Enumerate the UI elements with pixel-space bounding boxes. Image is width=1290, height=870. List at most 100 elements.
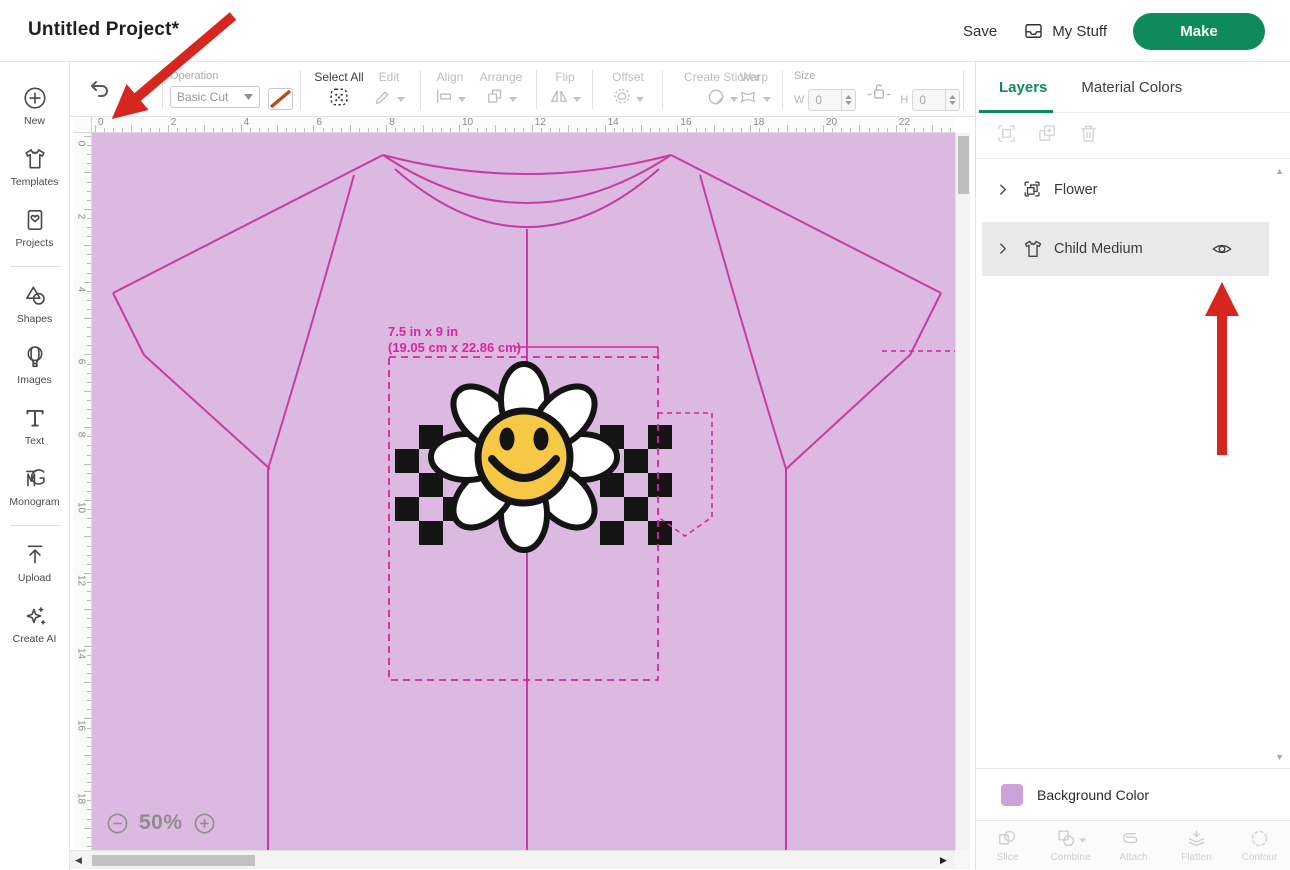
panel-scroll-up-icon[interactable]: ▲: [1275, 166, 1284, 176]
sidebar-item-label: New: [24, 115, 45, 127]
size-controls: Size W 0 H: [794, 70, 960, 112]
ruler-number: 2: [76, 210, 87, 222]
ruler-tick: [87, 664, 91, 665]
pencil-icon: [374, 87, 393, 111]
width-input[interactable]: 0: [808, 89, 856, 111]
ruler-tick: [759, 128, 760, 132]
ruler-tick: [131, 125, 132, 132]
arrange-button[interactable]: Arrange: [472, 70, 530, 111]
chevron-right-icon[interactable]: [994, 240, 1012, 258]
sidebar-item-text[interactable]: Text: [0, 396, 69, 457]
sidebar-item-shapes[interactable]: Shapes: [0, 274, 69, 335]
ruler-tick: [87, 491, 91, 492]
upload-icon: [22, 542, 48, 568]
background-color-swatch[interactable]: [1001, 784, 1023, 806]
tab-material-colors[interactable]: Material Colors: [1081, 79, 1182, 96]
ruler-tick: [814, 128, 815, 132]
ruler-number: 8: [76, 429, 87, 441]
ruler-tick: [404, 128, 405, 132]
ruler-tick: [514, 128, 515, 132]
attach-button[interactable]: Attach: [1102, 821, 1165, 870]
flower-design[interactable]: [395, 364, 672, 550]
panel-scroll-down-icon[interactable]: ▼: [1275, 752, 1284, 762]
tab-layers[interactable]: Layers: [999, 79, 1047, 96]
sidebar-item-projects[interactable]: Projects: [0, 198, 69, 259]
footer-action-label: Contour: [1242, 852, 1278, 863]
eye-icon[interactable]: [1211, 238, 1233, 260]
combine-icon: [1056, 828, 1077, 849]
make-button[interactable]: Make: [1133, 13, 1265, 50]
sidebar-item-upload[interactable]: Upload: [0, 533, 69, 594]
ruler-tick: [104, 128, 105, 132]
chevron-down-icon: [1079, 830, 1086, 848]
slice-button[interactable]: Slice: [976, 821, 1039, 870]
ruler-number: 6: [76, 356, 87, 368]
height-stepper[interactable]: [945, 90, 959, 110]
lock-open-icon[interactable]: [866, 81, 892, 106]
slice-icon: [997, 828, 1018, 849]
offset-button[interactable]: Offset: [600, 70, 656, 111]
ruler-tick: [495, 125, 496, 132]
edit-label: Edit: [379, 70, 400, 84]
sidebar-item-create-ai[interactable]: Create AI: [0, 594, 69, 655]
project-card-icon: [22, 207, 48, 233]
ruler-number: 4: [76, 283, 87, 295]
ruler-tick: [241, 125, 242, 132]
layer-row-flower[interactable]: Flower: [982, 166, 1269, 214]
operation-color-swatch[interactable]: [268, 88, 293, 110]
ruler-tick: [614, 128, 615, 132]
sidebar-item-templates[interactable]: Templates: [0, 137, 69, 198]
width-stepper[interactable]: [841, 90, 855, 110]
ruler-tick: [87, 773, 91, 774]
sidebar-item-monogram[interactable]: Monogram: [0, 457, 69, 518]
select-all-button[interactable]: Select All: [308, 70, 370, 111]
ruler-tick: [87, 482, 91, 483]
edit-button[interactable]: Edit: [366, 70, 412, 111]
canvas-horizontal-scrollbar[interactable]: ◀ ▶: [70, 850, 955, 869]
flip-button[interactable]: Flip: [544, 70, 586, 111]
warp-button[interactable]: Warp: [728, 70, 780, 111]
tshirt-icon: [22, 146, 48, 172]
ruler-number: 2: [171, 117, 177, 128]
layer-row-child-medium[interactable]: Child Medium: [982, 222, 1269, 276]
ruler-tick: [304, 128, 305, 132]
ruler-tick: [87, 527, 91, 528]
my-stuff-button[interactable]: My Stuff: [1023, 21, 1107, 41]
scroll-right-arrow-icon[interactable]: ▶: [940, 855, 947, 866]
height-input[interactable]: 0: [912, 89, 960, 111]
ruler-tick: [84, 282, 91, 283]
undo-button[interactable]: [88, 78, 112, 107]
align-button[interactable]: Align: [428, 70, 472, 111]
sidebar-item-new[interactable]: New: [0, 76, 69, 137]
arrange-label: Arrange: [480, 70, 523, 84]
arrange-icon: [485, 87, 505, 111]
ruler-number: 10: [462, 117, 473, 128]
flatten-icon: [1186, 828, 1207, 849]
save-button[interactable]: Save: [963, 23, 997, 40]
ruler-tick: [84, 464, 91, 465]
zoom-out-button[interactable]: [106, 812, 129, 835]
group-select-icon[interactable]: [996, 123, 1017, 149]
ruler-tick: [586, 128, 587, 132]
combine-button[interactable]: Combine: [1039, 821, 1102, 870]
design-canvas[interactable]: 7.5 in x 9 in (19.05 cm x 22.86 cm) 50%: [92, 133, 955, 850]
contour-button[interactable]: Contour: [1228, 821, 1290, 870]
scroll-left-arrow-icon[interactable]: ◀: [75, 855, 82, 866]
zoom-in-button[interactable]: [193, 812, 216, 835]
project-title[interactable]: Untitled Project*: [28, 19, 179, 41]
sidebar-item-label: Create AI: [13, 633, 57, 645]
horizontal-scroll-thumb[interactable]: [92, 855, 255, 866]
trash-icon[interactable]: [1078, 123, 1099, 149]
vertical-scroll-thumb[interactable]: [958, 136, 969, 194]
canvas-vertical-scrollbar[interactable]: [955, 133, 970, 850]
ruler-tick: [84, 828, 91, 829]
sidebar-item-images[interactable]: Images: [0, 335, 69, 396]
flatten-button[interactable]: Flatten: [1165, 821, 1228, 870]
chevron-right-icon[interactable]: [994, 181, 1012, 199]
ruler-tick: [941, 128, 942, 132]
operation-dropdown[interactable]: Basic Cut: [170, 86, 260, 108]
duplicate-icon[interactable]: [1037, 123, 1058, 149]
chevron-down-icon: [458, 97, 466, 102]
ruler-tick: [84, 755, 91, 756]
ruler-tick: [641, 125, 642, 132]
